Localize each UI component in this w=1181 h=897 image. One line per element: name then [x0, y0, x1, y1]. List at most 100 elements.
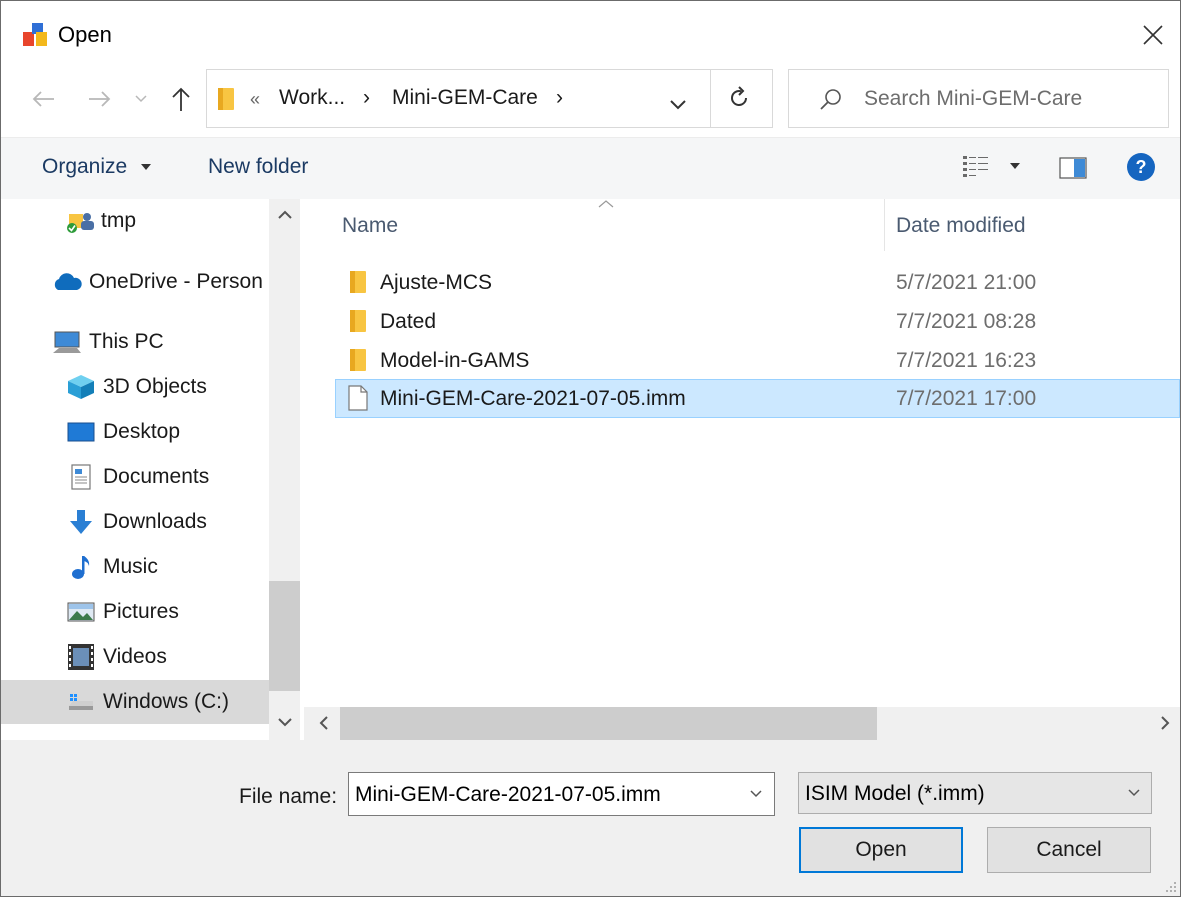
column-header-label: Name [342, 214, 399, 237]
sidebar-item-downloads[interactable]: Downloads [1, 500, 269, 544]
search-icon [820, 89, 841, 110]
sidebar-item-label: Desktop [103, 420, 181, 443]
download-icon [67, 509, 95, 535]
details-view-icon [963, 156, 988, 177]
sidebar-item-label: Documents [103, 465, 210, 488]
file-row-dated[interactable]: Dated 7/7/2021 08:28 [335, 302, 1180, 341]
music-icon [67, 554, 95, 580]
chevron-down-icon [135, 95, 147, 103]
address-dropdown-button[interactable] [670, 92, 686, 116]
up-button[interactable] [163, 79, 199, 119]
column-header-name[interactable]: Name [335, 199, 884, 251]
address-bar[interactable]: « Work... › Mini-GEM-Care › [206, 69, 773, 128]
file-name-label: File name: [239, 785, 338, 808]
file-icon [348, 385, 368, 411]
refresh-button[interactable] [727, 86, 751, 116]
column-header-label: Date modified [896, 214, 1026, 237]
sidebar-item-label: This PC [89, 330, 164, 353]
back-button[interactable] [25, 79, 61, 119]
close-button[interactable] [1129, 15, 1177, 55]
sidebar-item-pictures[interactable]: Pictures [1, 590, 269, 634]
sidebar-item-3d-objects[interactable]: 3D Objects [1, 365, 269, 409]
drive-icon [67, 689, 95, 715]
sidebar-item-label: Videos [103, 645, 167, 668]
chevron-left-icon[interactable] [319, 716, 328, 730]
file-row-model-in-gams[interactable]: Model-in-GAMS 7/7/2021 16:23 [335, 341, 1180, 380]
caret-down-icon [1010, 163, 1020, 169]
folder-icon [350, 310, 366, 332]
help-icon: ? [1127, 153, 1155, 181]
sidebar-item-tmp[interactable]: tmp [1, 199, 269, 243]
column-header-date-modified[interactable]: Date modified [885, 199, 1180, 251]
forward-button[interactable] [82, 79, 118, 119]
breadcrumb-mini-gem-care[interactable]: Mini-GEM-Care [392, 86, 538, 110]
resize-grip-icon[interactable] [1164, 880, 1178, 894]
sidebar-item-desktop[interactable]: Desktop [1, 410, 269, 454]
folder-icon [218, 88, 234, 110]
file-row-ajuste-mcs[interactable]: Ajuste-MCS 5/7/2021 21:00 [335, 263, 1180, 302]
picture-icon [67, 599, 95, 625]
sidebar-item-windows-c[interactable]: Windows (C:) [1, 680, 269, 724]
breadcrumb-separator[interactable]: › [363, 86, 370, 110]
refresh-icon [731, 86, 747, 106]
caret-down-icon [141, 164, 152, 171]
sidebar-item-videos[interactable]: Videos [1, 635, 269, 679]
address-divider [710, 70, 711, 127]
window-title: Open [58, 22, 112, 47]
file-name-input[interactable]: Mini-GEM-Care-2021-07-05.imm [348, 772, 775, 816]
chevron-down-icon [670, 100, 686, 110]
sidebar-item-music[interactable]: Music [1, 545, 269, 589]
chevron-up-icon[interactable] [278, 210, 292, 219]
sidebar-item-label: Pictures [103, 600, 179, 623]
chevron-down-icon[interactable] [278, 718, 292, 727]
sidebar-item-documents[interactable]: Documents [1, 455, 269, 499]
navigation-pane: tmp OneDrive - Person This PC 3D Objects… [1, 199, 301, 740]
open-dialog: Open « Work... › Mini-GEM-Care › Search … [0, 0, 1181, 897]
video-icon [67, 644, 95, 670]
breadcrumb-separator[interactable]: › [556, 86, 563, 110]
cube-icon [67, 374, 95, 400]
cancel-button[interactable]: Cancel [987, 827, 1151, 873]
preview-pane-icon [1059, 157, 1087, 179]
title-bar: Open [1, 1, 1180, 67]
file-list-scroll-thumb[interactable] [340, 707, 877, 740]
file-date: 7/7/2021 08:28 [896, 309, 1037, 333]
sidebar-item-label: tmp [101, 209, 137, 232]
file-type-select[interactable]: ISIM Model (*.imm) [798, 772, 1152, 814]
app-icon [23, 23, 47, 46]
preview-pane-button[interactable] [1059, 156, 1087, 186]
file-name: Mini-GEM-Care-2021-07-05.imm [380, 386, 686, 410]
command-bar: Organize New folder ? [1, 137, 1180, 199]
chevron-down-icon[interactable] [750, 790, 762, 798]
sidebar-item-this-pc[interactable]: This PC [1, 320, 269, 364]
sidebar-item-label: Downloads [103, 510, 207, 533]
breadcrumb-workspace[interactable]: Work... [279, 86, 345, 110]
chevron-right-icon[interactable] [1161, 716, 1170, 730]
arrow-right-icon [89, 91, 111, 107]
file-name-value: Mini-GEM-Care-2021-07-05.imm [355, 783, 661, 806]
document-icon [67, 464, 95, 490]
breadcrumb-overflow[interactable]: « [250, 89, 260, 110]
folder-icon [350, 271, 366, 293]
navigation-scroll-thumb[interactable] [269, 581, 300, 691]
new-folder-button[interactable]: New folder [208, 155, 308, 179]
search-input[interactable]: Search Mini-GEM-Care [864, 87, 1082, 111]
open-button[interactable]: Open [799, 827, 963, 873]
file-date: 7/7/2021 16:23 [896, 348, 1037, 372]
help-button[interactable]: ? [1126, 152, 1156, 188]
svg-text:?: ? [1136, 157, 1147, 177]
desktop-icon [67, 419, 95, 445]
file-date: 7/7/2021 17:00 [896, 386, 1037, 410]
file-name: Dated [380, 309, 437, 333]
sidebar-item-label: OneDrive - Person [89, 270, 263, 293]
file-row-mini-gem-care-imm[interactable]: Mini-GEM-Care-2021-07-05.imm 7/7/2021 17… [335, 379, 1180, 418]
file-name: Ajuste-MCS [380, 270, 493, 294]
recent-locations-button[interactable] [129, 79, 153, 119]
file-type-value: ISIM Model (*.imm) [805, 782, 985, 805]
sidebar-item-onedrive[interactable]: OneDrive - Person [1, 260, 269, 304]
sidebar-item-label: 3D Objects [103, 375, 207, 398]
organize-label: Organize [42, 155, 128, 178]
view-options-button[interactable] [962, 154, 1020, 178]
search-box[interactable]: Search Mini-GEM-Care [788, 69, 1169, 128]
organize-menu[interactable]: Organize [42, 155, 152, 179]
